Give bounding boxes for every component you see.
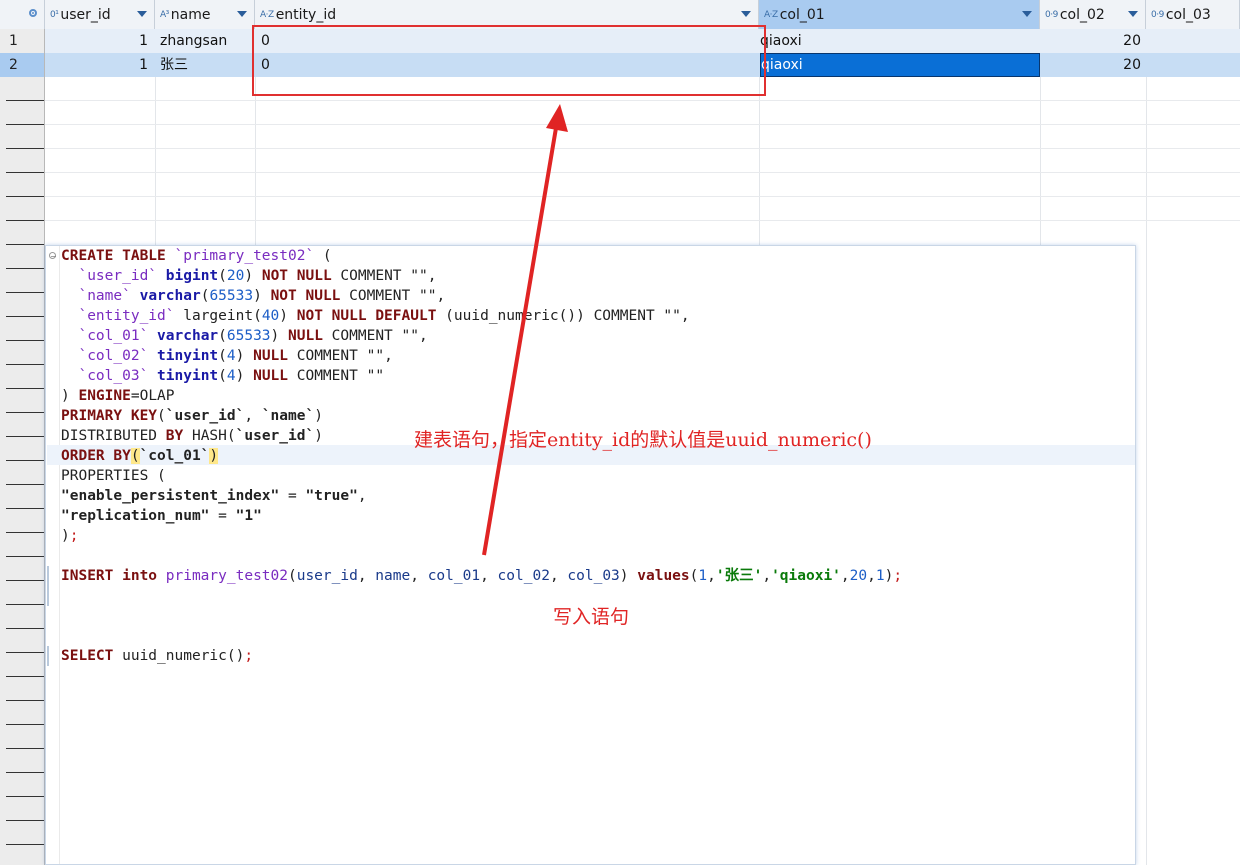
arrow-shaft: [482, 121, 559, 556]
arrow-head-icon: [546, 104, 568, 132]
annotation-arrow: [482, 104, 568, 556]
